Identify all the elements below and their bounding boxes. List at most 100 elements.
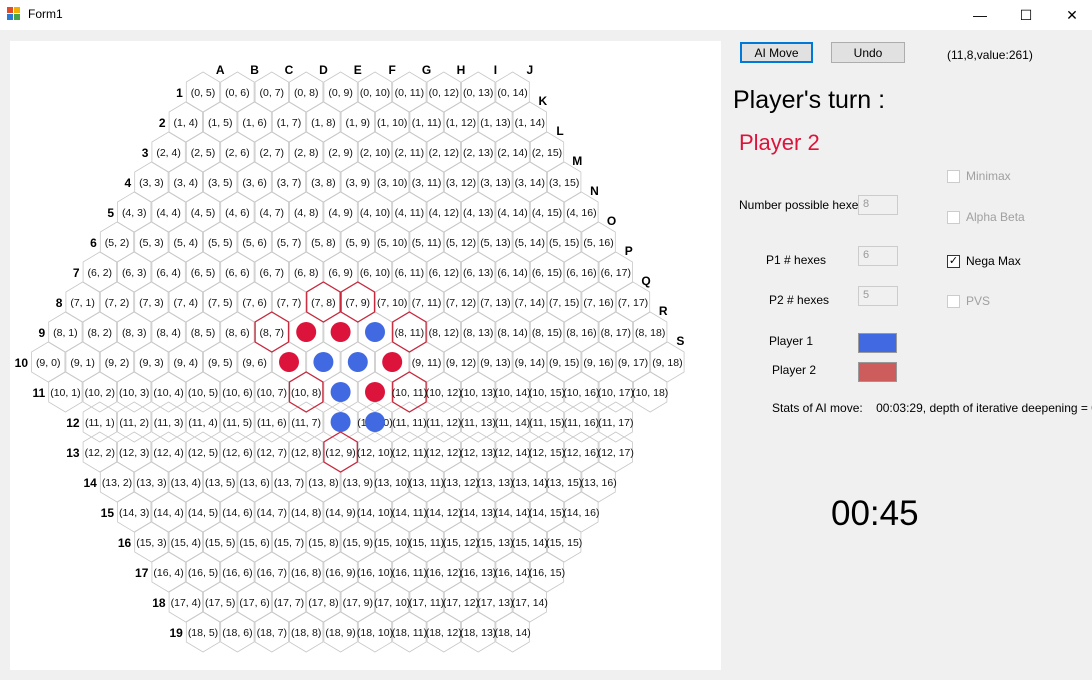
cell-label: (13, 2) (102, 477, 132, 489)
cell-label: (1, 11) (412, 117, 442, 129)
column-letter: F (389, 63, 396, 77)
cell-label: (1, 5) (208, 117, 233, 129)
cell-label: (11, 15) (529, 417, 564, 429)
player2-stone[interactable] (279, 352, 299, 372)
player2-stone[interactable] (296, 322, 317, 342)
cell-label: (1, 13) (480, 117, 510, 129)
player2-color-swatch[interactable] (858, 362, 897, 382)
cell-label: (16, 5) (188, 567, 218, 579)
cell-label: (7, 3) (139, 297, 164, 309)
pvs-label: PVS (966, 294, 991, 308)
cell-label: (18, 8) (291, 627, 321, 639)
row-number: 16 (118, 536, 132, 550)
cell-label: (9, 2) (105, 357, 130, 369)
turn-title: Player's turn : (733, 86, 886, 114)
cell-label: (14, 5) (188, 507, 218, 519)
cell-label: (0, 13) (463, 87, 493, 99)
player1-stone[interactable] (313, 352, 334, 372)
player2-stone[interactable] (330, 322, 351, 342)
cell-label: (5, 6) (242, 237, 267, 249)
cell-label: (3, 15) (549, 177, 579, 189)
cell-label: (10, 2) (85, 387, 115, 399)
diagonal-letter: O (607, 214, 616, 228)
alphabeta-checkbox[interactable]: Alpha Beta (947, 210, 1025, 224)
player1-stone[interactable] (365, 322, 385, 342)
cell-label: (11, 11) (392, 417, 427, 429)
cell-label: (3, 14) (515, 177, 545, 189)
player1-label: Player 1 (769, 334, 814, 348)
cell-label: (2, 5) (191, 147, 216, 159)
ai-move-button[interactable]: AI Move (740, 42, 813, 63)
cell-label: (12, 12) (426, 447, 462, 459)
cell-label: (8, 2) (88, 327, 113, 339)
cell-label: (10, 4) (153, 387, 183, 399)
cell-label: (3, 4) (174, 177, 199, 189)
cell-label: (14, 13) (460, 507, 496, 519)
cell-label: (7, 4) (174, 297, 199, 309)
cell-label: (6, 5) (191, 267, 216, 279)
close-icon[interactable]: ✕ (1049, 0, 1092, 30)
cell-label: (6, 10) (360, 267, 390, 279)
row-number: 8 (56, 296, 63, 310)
cell-label: (13, 3) (136, 477, 166, 489)
cell-label: (9, 15) (549, 357, 579, 369)
cell-label: (12, 7) (257, 447, 287, 459)
cell-label: (3, 8) (311, 177, 336, 189)
undo-button[interactable]: Undo (831, 42, 905, 63)
player1-stone[interactable] (347, 352, 368, 372)
player1-stone[interactable] (330, 382, 351, 402)
ai-stats: Stats of AI move: 00:03:29, depth of ite… (772, 401, 1092, 415)
cell-label: (12, 17) (598, 447, 634, 459)
cell-label: (5, 11) (412, 237, 442, 249)
cell-label: (4, 16) (566, 207, 596, 219)
cell-label: (1, 14) (515, 117, 545, 129)
cell-label: (6, 9) (328, 267, 353, 279)
cell-label: (6, 7) (260, 267, 285, 279)
cell-label: (14, 8) (291, 507, 321, 519)
p2-hexes-field: 5 (858, 286, 898, 306)
cell-label: (12, 14) (495, 447, 531, 459)
diagonal-letter: R (659, 304, 668, 318)
cell-label: (3, 9) (346, 177, 371, 189)
cell-label: (10, 1) (50, 387, 80, 399)
cell-label: (15, 10) (374, 537, 410, 549)
cell-label: (14, 14) (495, 507, 531, 519)
minimax-checkbox[interactable]: Minimax (947, 169, 1011, 183)
cell-label: (10, 18) (632, 387, 668, 399)
cell-label: (14, 16) (563, 507, 599, 519)
cell-label: (11, 3) (154, 417, 184, 429)
diagonal-letter: M (572, 154, 582, 168)
player2-stone[interactable] (365, 382, 385, 402)
pvs-checkbox[interactable]: PVS (947, 294, 990, 308)
cell-label: (8, 16) (566, 327, 596, 339)
cell-label: (17, 7) (274, 597, 304, 609)
cell-label: (3, 6) (242, 177, 267, 189)
cell-label: (7, 7) (277, 297, 302, 309)
cell-label: (15, 3) (136, 537, 166, 549)
cell-label: (0, 8) (294, 87, 319, 99)
cell-label: (12, 16) (563, 447, 599, 459)
cell-label: (18, 12) (426, 627, 462, 639)
cell-label: (4, 3) (122, 207, 147, 219)
row-number: 19 (169, 626, 183, 640)
p1-hexes-label: P1 # hexes (766, 253, 827, 267)
maximize-icon[interactable]: ☐ (1003, 0, 1049, 30)
cell-label: (9, 11) (412, 357, 442, 369)
cell-label: (6, 4) (156, 267, 181, 279)
cell-label: (16, 7) (257, 567, 287, 579)
cell-label: (7, 2) (105, 297, 130, 309)
minimize-icon[interactable]: — (957, 0, 1003, 30)
cell-label: (11, 1) (85, 417, 115, 429)
cell-label: (3, 11) (412, 177, 442, 189)
negamax-checkbox[interactable]: ✓ Nega Max (947, 254, 1021, 268)
hex-board[interactable]: (0, 5) (0, 6) (0, 7) (0, 8) (0, 9) (0, 10) (0,… (10, 41, 721, 670)
player1-color-swatch[interactable] (858, 333, 897, 353)
cell-label: (1, 9) (346, 117, 371, 129)
minimax-label: Minimax (966, 169, 1011, 183)
player1-stone[interactable] (365, 412, 385, 432)
player1-stone[interactable] (330, 412, 351, 432)
cell-label: (8, 15) (532, 327, 562, 339)
player2-stone[interactable] (382, 352, 403, 372)
cell-label: (6, 2) (88, 267, 113, 279)
cell-label: (5, 13) (480, 237, 510, 249)
